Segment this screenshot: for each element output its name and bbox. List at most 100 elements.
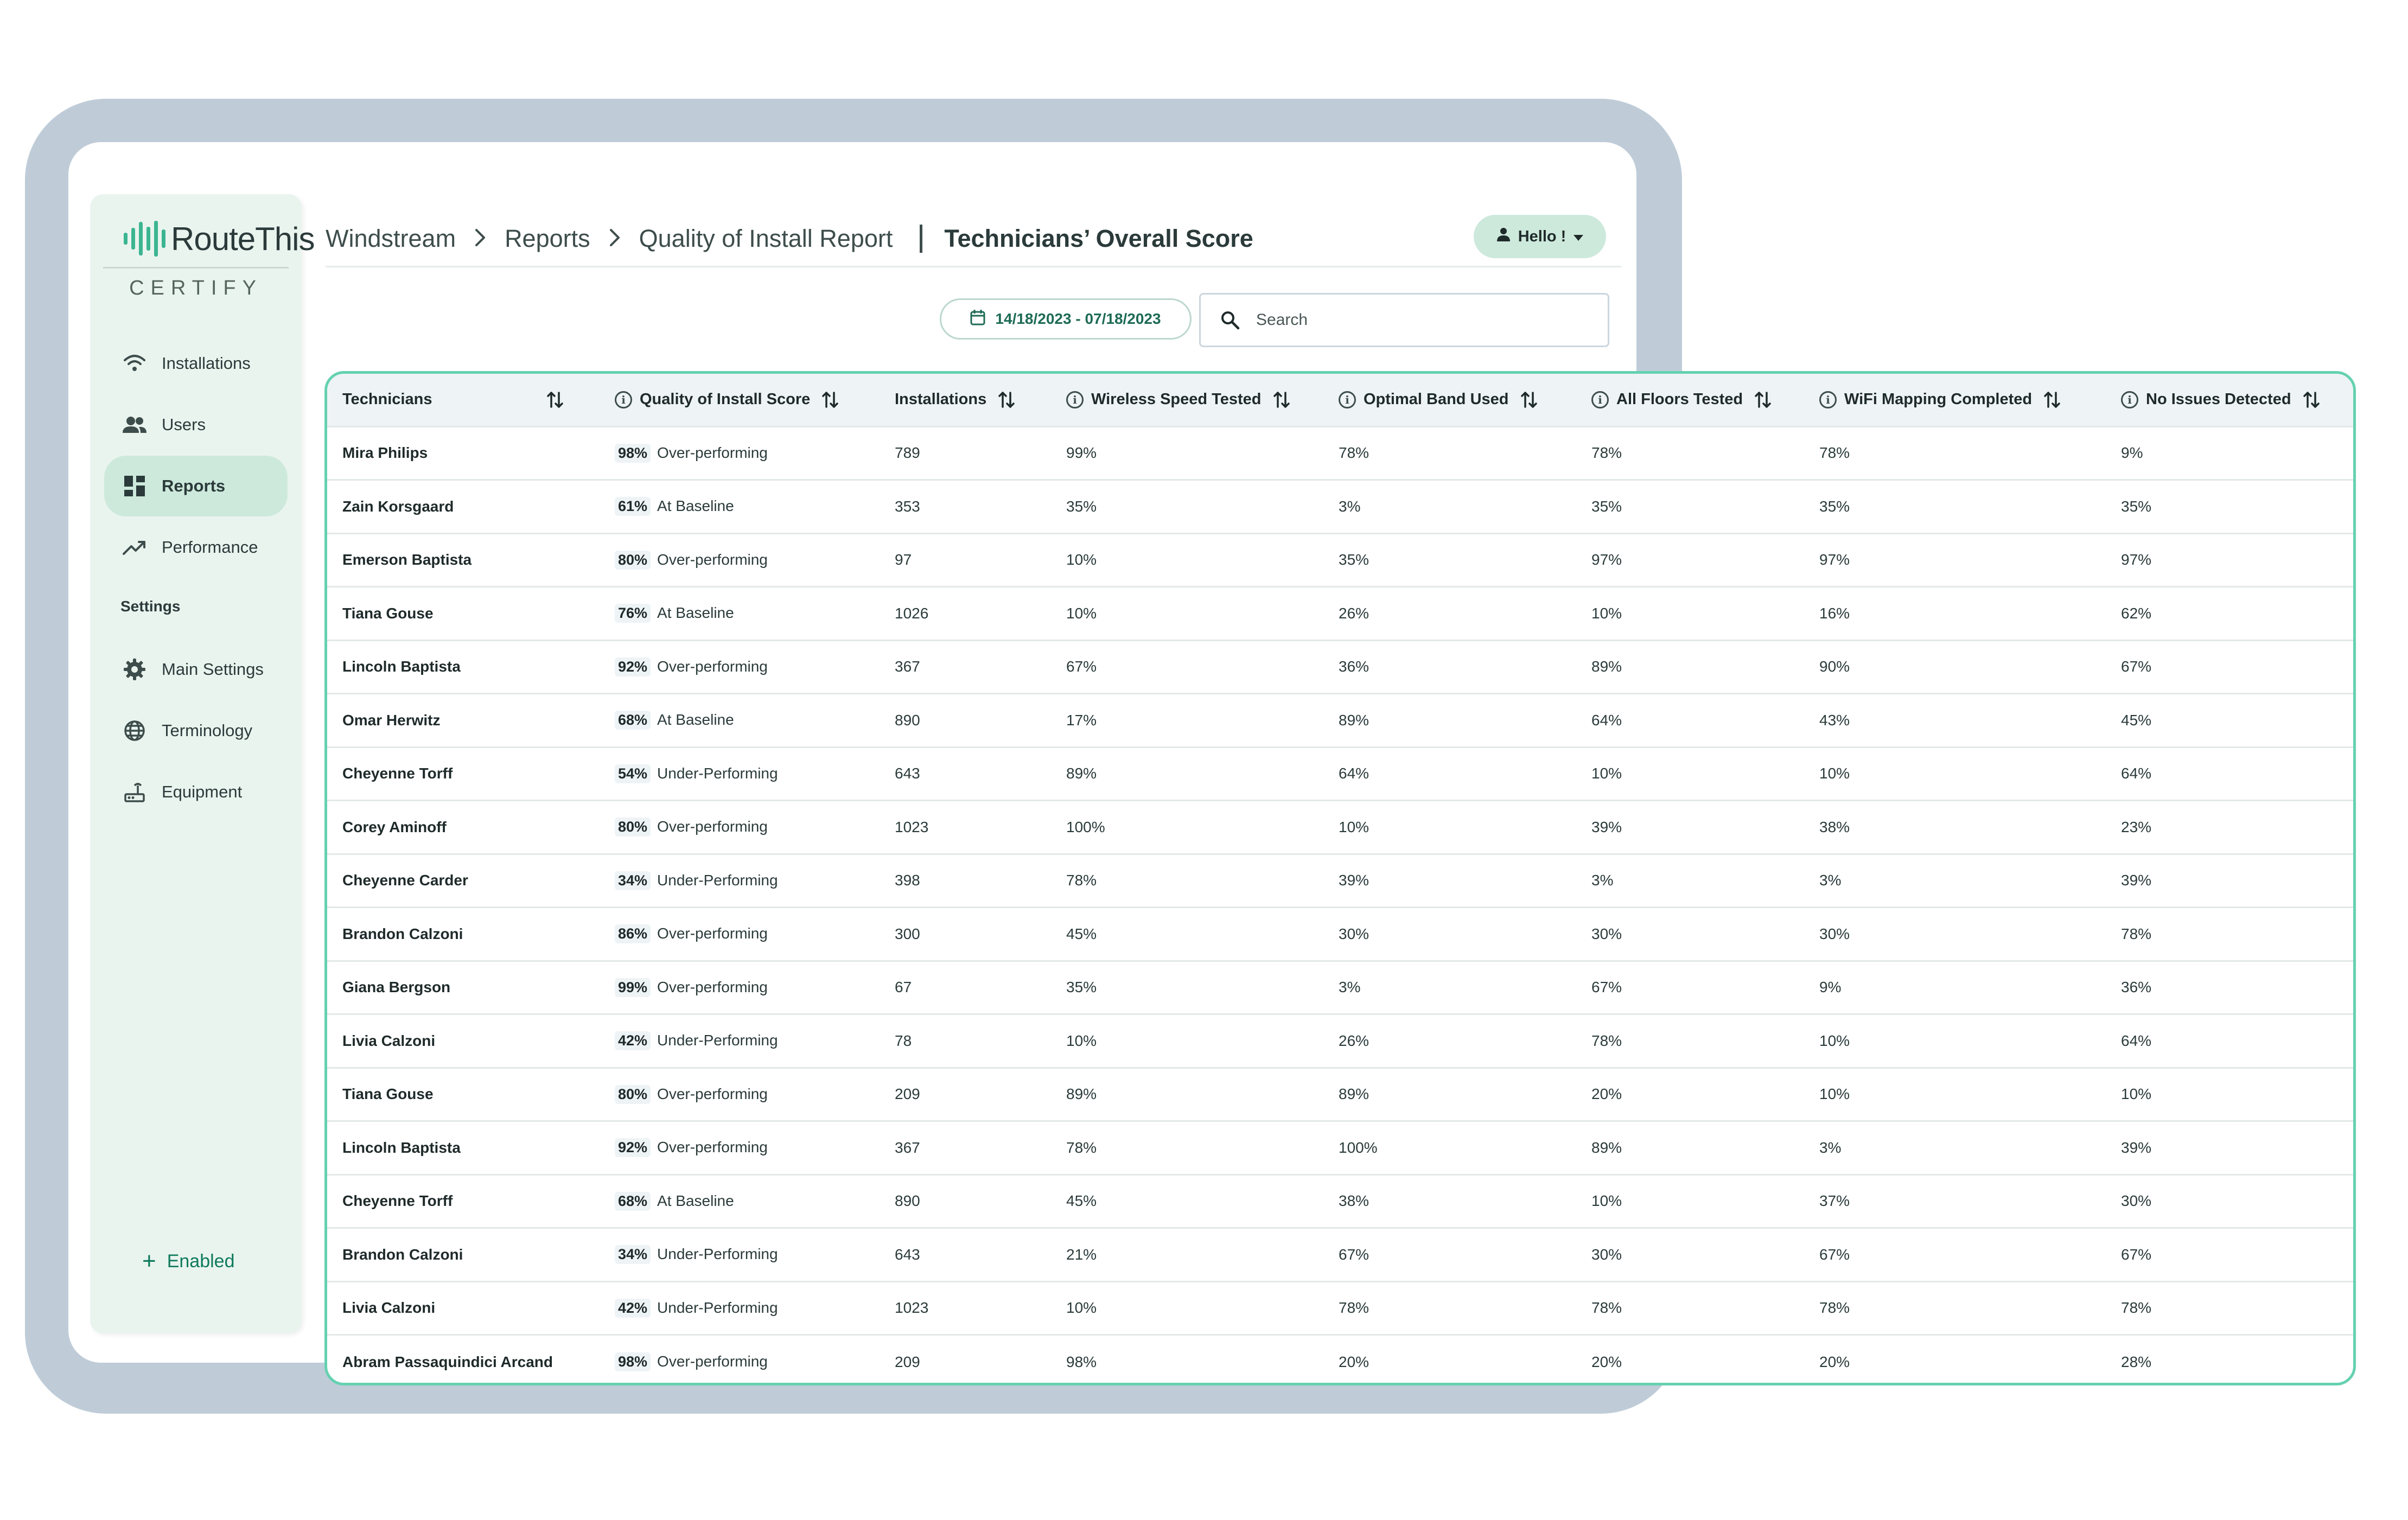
table-row[interactable]: Cheyenne Torff 54% Under-Performing 643 89% 6… [327, 747, 2353, 801]
column-header[interactable]: i Quality of Install Score [604, 374, 891, 426]
table-row[interactable]: Omar Herwitz 68% At Baseline 890 17% 89% 64% 43… [327, 693, 2353, 748]
technician-name-cell: Emerson Baptista [342, 551, 472, 569]
wireless-speed-cell: 78% [1066, 872, 1097, 889]
info-icon[interactable]: i [2121, 391, 2138, 408]
header-divider [326, 266, 1621, 267]
sidebar-item-main-settings[interactable]: Main Settings [104, 639, 288, 700]
wifi-mapping-cell: 35% [1819, 497, 1850, 515]
performance-status: At Baseline [657, 604, 734, 622]
quality-score-cell: 92% Over-performing [604, 1121, 891, 1175]
optimal-band-cell: 3% [1339, 497, 1361, 515]
enabled-toggle[interactable]: + Enabled [142, 1249, 234, 1273]
sort-icon[interactable] [821, 391, 839, 409]
sort-icon[interactable] [1754, 391, 1772, 409]
performance-status: Under-Performing [657, 1299, 778, 1316]
installations-cell: 300 [895, 925, 920, 942]
table-row[interactable]: Corey Aminoff 80% Over-performing 1023 100% 1… [327, 800, 2353, 854]
performance-status: Under-Performing [657, 871, 778, 889]
table-row[interactable]: Tiana Gouse 80% Over-performing 209 89% 89% 20… [327, 1068, 2353, 1121]
table-row[interactable]: Lincoln Baptista 92% Over-performing 367 67%… [327, 640, 2353, 694]
optimal-band-cell: 100% [1339, 1139, 1378, 1156]
wifi-mapping-cell: 90% [1819, 658, 1850, 675]
sort-icon[interactable] [546, 391, 564, 409]
quality-score-cell: 68% At Baseline [604, 1174, 891, 1228]
sidebar-item-reports[interactable]: Reports [104, 456, 288, 516]
sort-icon[interactable] [2302, 391, 2321, 409]
table-row[interactable]: Livia Calzoni 42% Under-Performing 78 10% 26%… [327, 1014, 2353, 1068]
column-header[interactable]: i Wireless Speed Tested [1058, 374, 1331, 426]
column-header[interactable]: i No Issues Detected [2108, 374, 2353, 426]
sort-icon[interactable] [2043, 391, 2061, 409]
table-row[interactable]: Cheyenne Torff 68% At Baseline 890 45% 38% 10%… [327, 1174, 2353, 1228]
table-row[interactable]: Mira Philips 98% Over-performing 789 99% 78% 7… [327, 426, 2353, 480]
all-floors-cell: 30% [1591, 925, 1622, 942]
gear-icon [123, 657, 146, 681]
technician-name-cell: Brandon Calzoni [342, 925, 463, 942]
calendar-icon [970, 309, 985, 329]
quality-score-cell: 80% Over-performing [604, 533, 891, 587]
column-header[interactable]: Installations [891, 374, 1058, 426]
no-issues-cell: 62% [2121, 604, 2152, 622]
table-row[interactable]: Zain Korsgaard 61% At Baseline 353 35% 3% 35% 3… [327, 480, 2353, 534]
table-row[interactable]: Lincoln Baptista 92% Over-performing 367 78%… [327, 1121, 2353, 1175]
table-row[interactable]: Brandon Calzoni 34% Under-Performing 643 21%… [327, 1228, 2353, 1282]
wireless-speed-cell: 45% [1066, 1192, 1097, 1210]
table-row[interactable]: Livia Calzoni 42% Under-Performing 1023 10% 7… [327, 1281, 2353, 1335]
score-badge: 76% [615, 604, 651, 623]
info-icon[interactable]: i [1819, 391, 1837, 408]
info-icon[interactable]: i [1591, 391, 1609, 408]
date-range-picker[interactable]: 14/18/2023 - 07/18/2023 [940, 298, 1192, 340]
sort-icon[interactable] [997, 391, 1016, 409]
column-header[interactable]: i Optimal Band Used [1331, 374, 1583, 426]
wifi-mapping-cell: 30% [1819, 925, 1850, 942]
technician-name-cell: Giana Bergson [342, 979, 451, 996]
table-row[interactable]: Tiana Gouse 76% At Baseline 1026 10% 26% 10% 16… [327, 586, 2353, 641]
column-header[interactable]: Technicians [327, 374, 604, 426]
sort-icon[interactable] [1272, 391, 1291, 409]
sidebar-item-performance[interactable]: Performance [104, 517, 288, 578]
no-issues-cell: 30% [2121, 1192, 2152, 1210]
all-floors-cell: 20% [1591, 1353, 1622, 1370]
table-header-row: Technicians i Quality of Install Score Inst… [327, 374, 2353, 426]
performance-status: Under-Performing [657, 1246, 778, 1263]
table-row[interactable]: Giana Bergson 99% Over-performing 67 35% 3% 67… [327, 961, 2353, 1014]
table-row[interactable]: Abram Passaquindici Arcand 98% Over-perfor… [327, 1334, 2353, 1383]
logo-divider [103, 267, 289, 269]
dashboard-icon [123, 474, 146, 498]
optimal-band-cell: 35% [1339, 551, 1369, 569]
sidebar-item-equipment[interactable]: Equipment [104, 762, 288, 822]
no-issues-cell: 35% [2121, 497, 2152, 515]
sidebar-item-terminology[interactable]: Terminology [104, 700, 288, 761]
sidebar-item-installations[interactable]: Installations [104, 333, 288, 394]
technician-name-cell: Corey Aminoff [342, 818, 447, 835]
breadcrumb-item-windstream[interactable]: Windstream [326, 225, 456, 253]
quality-score-cell: 34% Under-Performing [604, 854, 891, 908]
search-box[interactable] [1199, 293, 1609, 347]
search-input[interactable] [1255, 310, 1561, 330]
column-header-label: Optimal Band Used [1364, 391, 1509, 408]
sort-icon[interactable] [1520, 391, 1538, 409]
table-row[interactable]: Emerson Baptista 80% Over-performing 97 10% 3… [327, 533, 2353, 587]
column-header[interactable]: i WiFi Mapping Completed [1813, 374, 2108, 426]
performance-status: Over-performing [657, 925, 768, 942]
table-row[interactable]: Cheyenne Carder 34% Under-Performing 398 78%… [327, 854, 2353, 908]
no-issues-cell: 45% [2121, 711, 2152, 729]
performance-status: Over-performing [657, 978, 768, 995]
table-row[interactable]: Brandon Calzoni 86% Over-performing 300 45% 3… [327, 907, 2353, 961]
info-icon[interactable]: i [1066, 391, 1084, 408]
wireless-speed-cell: 35% [1066, 979, 1097, 996]
info-icon[interactable]: i [1339, 391, 1356, 408]
sidebar-item-users[interactable]: Users [104, 394, 288, 455]
score-badge: 34% [615, 1245, 651, 1264]
no-issues-cell: 78% [2121, 1299, 2152, 1317]
breadcrumb-item-reports[interactable]: Reports [505, 225, 590, 253]
wifi-icon [123, 352, 146, 375]
breadcrumb-item-quality-report[interactable]: Quality of Install Report [639, 225, 893, 253]
score-badge: 61% [615, 497, 651, 516]
info-icon[interactable]: i [615, 391, 632, 408]
column-header[interactable]: i All Floors Tested [1583, 374, 1813, 426]
installations-cell: 367 [895, 658, 920, 675]
wireless-speed-cell: 89% [1066, 1085, 1097, 1103]
user-menu-button[interactable]: Hello ! [1474, 215, 1606, 258]
all-floors-cell: 78% [1591, 444, 1622, 462]
